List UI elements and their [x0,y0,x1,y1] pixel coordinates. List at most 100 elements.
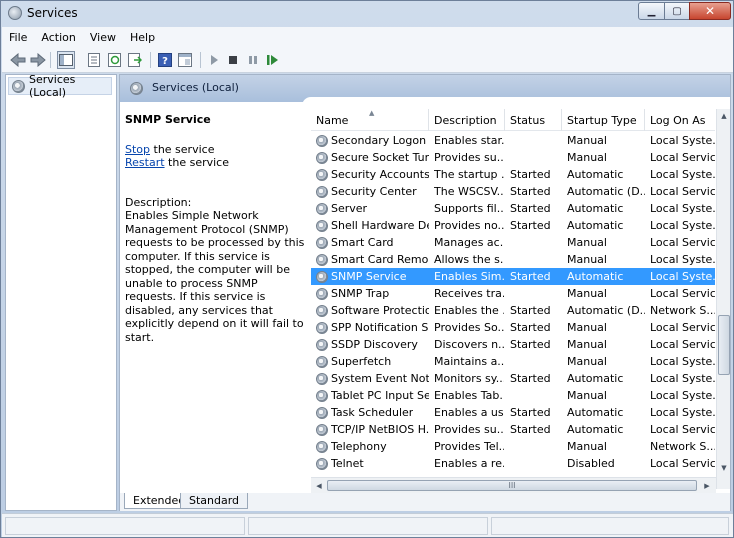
table-row[interactable]: Telnet Enables a re... Disabled Local Servi… [311,455,715,472]
service-name: TCP/IP NetBIOS H... [331,423,429,436]
vertical-scrollbar[interactable]: ▲ ▼ [716,109,730,489]
table-row[interactable]: Secure Socket Tun... Provides su... Manual… [311,149,715,166]
cell-name: Security Accounts... [316,166,429,183]
table-row[interactable]: Superfetch Maintains a... Manual Local Syst… [311,353,715,370]
cell-desc: Enables a us... [434,406,504,419]
service-gear-icon [316,321,328,334]
window-title: Services [27,6,78,20]
menu-view[interactable]: View [83,31,123,44]
properties-button[interactable] [85,51,103,69]
scroll-up-arrow-icon[interactable]: ▲ [717,109,731,123]
close-button[interactable]: ✕ [689,2,731,20]
cell-logon: Local Syste... [650,219,715,232]
properties-icon [88,53,100,67]
horizontal-scrollbar[interactable]: ◀ III ▶ [311,477,716,493]
column-header-status[interactable]: Status [505,109,562,131]
menu-help[interactable]: Help [123,31,162,44]
cell-desc: Monitors sy... [434,372,504,385]
table-row[interactable]: Security Center The WSCSV... Started Automa… [311,183,715,200]
tab-standard[interactable]: Standard [180,493,249,509]
header-curve [302,97,730,109]
restart-service-link[interactable]: Restart [125,156,165,169]
refresh-button[interactable] [106,51,124,69]
cell-startup: Automatic [567,270,624,283]
table-row[interactable]: Task Scheduler Enables a us... Started Auto… [311,404,715,421]
table-row[interactable]: Software Protection Enables the ... Starte… [311,302,715,319]
table-row[interactable]: Server Supports fil... Started Automatic Loc… [311,200,715,217]
cell-name: Smart Card Remo... [316,251,429,268]
toolbar-separator [50,52,51,68]
stop-service-button[interactable] [224,51,242,69]
cell-desc: Provides Tel... [434,440,504,453]
table-row[interactable]: Tablet PC Input Se... Enables Tab... Manua… [311,387,715,404]
table-row[interactable]: SPP Notification S... Provides So... Start… [311,319,715,336]
tree-item-services-local[interactable]: Services (Local) [8,73,112,99]
table-row[interactable]: TCP/IP NetBIOS H... Provides su... Started… [311,421,715,438]
cell-startup: Automatic (D... [567,304,645,317]
table-row[interactable]: SSDP Discovery Discovers n... Started Manua… [311,336,715,353]
cell-desc: Enables star... [434,134,504,147]
export-list-button[interactable] [126,51,144,69]
cell-desc: Allows the s... [434,253,504,266]
console-tree: Services (Local) [5,73,117,511]
help-button[interactable]: ? [156,51,174,69]
cell-status: Started [510,423,551,436]
stop-service-link[interactable]: Stop [125,143,150,156]
menu-action[interactable]: Action [34,31,82,44]
cell-startup: Automatic (D... [567,185,645,198]
title-bar[interactable]: Services ▁ ▢ ✕ [1,1,733,27]
back-button[interactable] [9,51,27,69]
vertical-scroll-thumb[interactable] [718,315,730,375]
service-name: SSDP Discovery [331,338,418,351]
cell-desc: Enables Sim... [434,270,504,283]
service-name: Superfetch [331,355,392,368]
cell-logon: Local Service [650,151,715,164]
cell-desc: Provides su... [434,423,504,436]
cell-logon: Local Service [650,338,715,351]
scroll-down-arrow-icon[interactable]: ▼ [717,461,731,475]
scroll-left-arrow-icon[interactable]: ◀ [312,478,326,493]
maximize-button[interactable]: ▢ [664,2,690,20]
cell-status: Started [510,406,551,419]
service-name: SPP Notification S... [331,321,429,334]
start-service-button[interactable] [205,51,223,69]
cell-status: Started [510,219,551,232]
table-row[interactable]: System Event Noti... Monitors sy... Starte… [311,370,715,387]
pause-icon [249,56,257,64]
forward-button[interactable] [29,51,47,69]
column-header-log-on-as[interactable]: Log On As [645,109,715,131]
minimize-button[interactable]: ▁ [638,2,665,20]
cell-startup: Automatic [567,219,624,232]
pause-service-button[interactable] [244,51,262,69]
view-button[interactable] [176,51,194,69]
menu-file[interactable]: File [2,31,34,44]
scroll-right-arrow-icon[interactable]: ▶ [700,478,714,493]
service-gear-icon [316,168,328,181]
horizontal-scroll-thumb[interactable]: III [327,480,697,491]
table-row[interactable]: Shell Hardware De... Provides no... Starte… [311,217,715,234]
column-header-name[interactable]: ▲ Name [311,109,429,131]
column-header-startup-type[interactable]: Startup Type [562,109,645,131]
service-gear-icon [316,355,328,368]
table-row[interactable]: Security Accounts... The startup ... Start… [311,166,715,183]
table-row[interactable]: Smart Card Remo... Allows the s... Manual L… [311,251,715,268]
table-row[interactable]: SNMP Service Enables Sim... Started Automat… [311,268,715,285]
view-pane-icon [178,53,192,67]
column-header-description[interactable]: Description [429,109,505,131]
service-gear-icon [316,389,328,402]
cell-name: SNMP Service [316,268,429,285]
show-hide-console-tree-button[interactable] [57,51,75,69]
table-row[interactable]: Secondary Logon Enables star... Manual Loca… [311,132,715,149]
cell-status [510,353,562,370]
cell-desc: Receives tra... [434,287,504,300]
restart-service-button[interactable] [264,51,282,69]
table-row[interactable]: Smart Card Manages ac... Manual Local Servi… [311,234,715,251]
cell-name: Task Scheduler [316,404,429,421]
cell-desc: Enables Tab... [434,389,504,402]
cell-status: Started [510,185,551,198]
table-row[interactable]: Telephony Provides Tel... Manual Network S.… [311,438,715,455]
services-main-pane: Services (Local) SNMP Service Stop the s… [119,74,731,511]
table-row[interactable]: SNMP Trap Receives tra... Manual Local Serv… [311,285,715,302]
service-gear-icon [316,253,328,266]
cell-name: Shell Hardware De... [316,217,429,234]
